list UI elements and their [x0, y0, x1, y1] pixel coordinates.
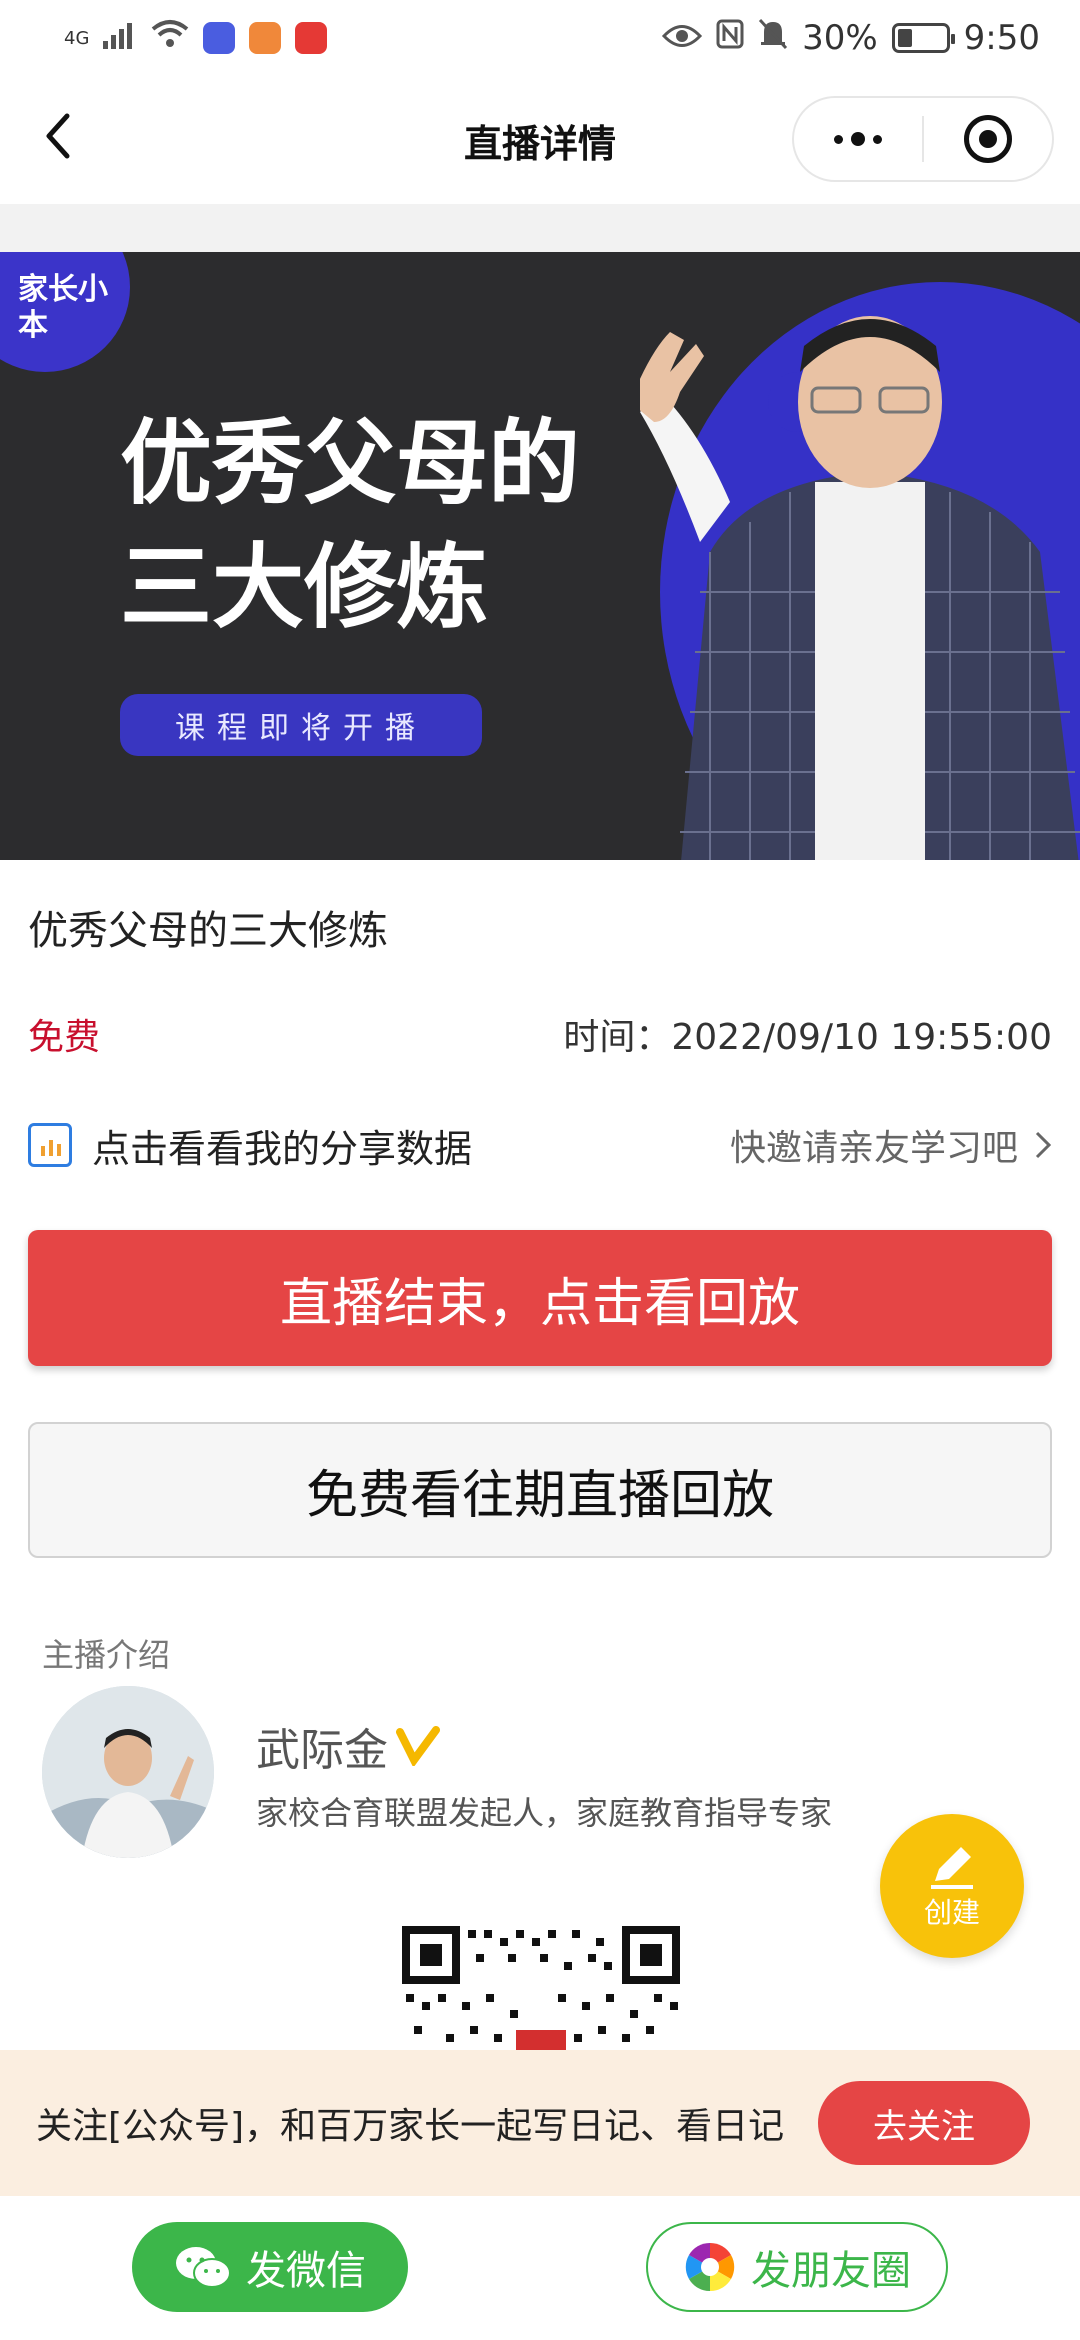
- share-wechat-button[interactable]: 发微信: [132, 2222, 408, 2312]
- banner-headline: 优秀父母的三大修炼: [120, 410, 581, 641]
- eye-icon: [661, 18, 703, 58]
- news-app-icon: [295, 22, 328, 54]
- nav-bar: 直播详情: [0, 76, 1080, 204]
- network-label: 4G: [64, 27, 90, 49]
- more-dots-icon: [834, 132, 882, 146]
- create-fab-label: 创建: [923, 1896, 980, 1929]
- music-app-icon: [203, 22, 236, 54]
- page-title: 直播详情: [463, 121, 616, 166]
- chevron-left-icon: [46, 113, 70, 159]
- broadcast-time: 时间：2022/09/10 19:55:00: [563, 1017, 1052, 1058]
- wechat-label: 发微信: [246, 2248, 366, 2294]
- close-miniprogram-button[interactable]: [924, 98, 1052, 180]
- verified-v-icon: [396, 1726, 440, 1766]
- battery-icon: [891, 23, 955, 53]
- mute-bell-icon: [758, 18, 788, 59]
- host-name: 武际金: [256, 1725, 388, 1776]
- host-description: 家校合育联盟发起人，家庭教育指导专家: [256, 1794, 833, 1832]
- back-button[interactable]: [28, 106, 88, 166]
- more-button[interactable]: [794, 98, 922, 180]
- price-label: 免费: [28, 1017, 101, 1058]
- chevron-right-icon: [1035, 1131, 1052, 1159]
- target-icon: [964, 115, 1012, 163]
- share-data-link[interactable]: 点击看看我的分享数据: [28, 1118, 472, 1173]
- share-data-row[interactable]: 点击看看我的分享数据 快邀请亲友学习吧: [28, 1110, 1052, 1180]
- invite-friends-link[interactable]: 快邀请亲友学习吧: [730, 1119, 1052, 1171]
- status-left: 4G: [64, 18, 328, 58]
- header-spacer: [0, 204, 1080, 252]
- moments-aperture-icon: [685, 2242, 735, 2292]
- host-avatar[interactable]: [42, 1686, 214, 1858]
- wifi-icon: [151, 18, 189, 58]
- host-name-row: 武际金: [256, 1714, 440, 1778]
- wechat-icon: [176, 2247, 231, 2288]
- status-right: 30% 9:50: [661, 18, 1040, 59]
- past-replays-button[interactable]: 免费看往期直播回放: [28, 1422, 1052, 1558]
- share-bar: 发微信 发朋友圈: [0, 2196, 1080, 2340]
- signal-icon: [103, 18, 137, 58]
- health-app-icon: [249, 22, 282, 54]
- share-data-label: 点击看看我的分享数据: [92, 1126, 473, 1171]
- watch-replay-button[interactable]: 直播结束，点击看回放: [28, 1230, 1052, 1366]
- pencil-icon: [931, 1847, 973, 1889]
- follow-button[interactable]: 去关注: [818, 2081, 1030, 2165]
- course-banner[interactable]: 家长小本 优秀父母的三大修炼 课程即将开播: [0, 252, 1080, 860]
- mini-program-capsule: [792, 96, 1054, 182]
- brand-logo-text: 家长小本: [18, 272, 108, 343]
- bar-chart-icon: [28, 1123, 72, 1167]
- banner-status-pill: 课程即将开播: [120, 694, 482, 756]
- host-section-label: 主播介绍: [42, 1636, 171, 1674]
- share-moments-button[interactable]: 发朋友圈: [646, 2222, 948, 2312]
- presenter-photo: [640, 316, 1080, 860]
- qr-code: [396, 1920, 686, 2056]
- clock: 9:50: [963, 18, 1040, 58]
- follow-official-account-bar: 关注[公众号]，和百万家长一起写日记、看日记 去关注: [0, 2050, 1080, 2196]
- follow-prompt: 关注[公众号]，和百万家长一起写日记、看日记: [36, 2106, 785, 2147]
- create-fab[interactable]: 创建: [880, 1814, 1024, 1958]
- nfc-icon: [716, 18, 744, 58]
- status-bar: 4G 30% 9:50: [0, 0, 1080, 76]
- invite-label: 快邀请亲友学习吧: [729, 1128, 1018, 1169]
- battery-percent: 30%: [802, 18, 878, 58]
- course-title: 优秀父母的三大修炼: [28, 908, 388, 954]
- moments-label: 发朋友圈: [751, 2248, 911, 2294]
